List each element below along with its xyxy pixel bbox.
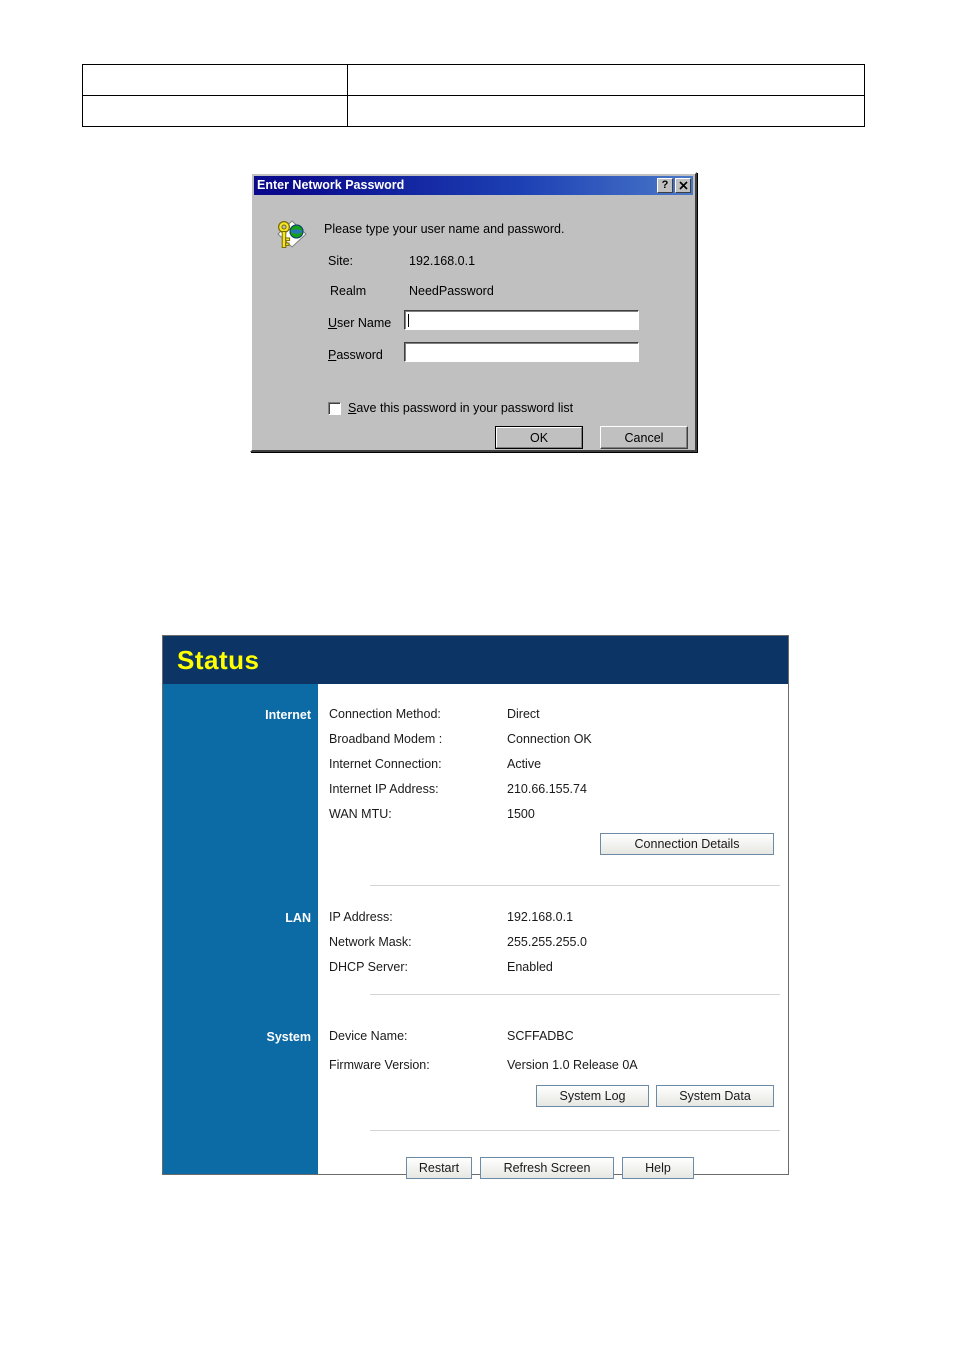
ok-button-label: OK: [496, 427, 582, 448]
realm-value: NeedPassword: [409, 284, 494, 298]
row-label: Internet Connection:: [329, 757, 442, 771]
row-label: Device Name:: [329, 1029, 408, 1043]
row-value: 255.255.255.0: [507, 935, 587, 949]
row-value: Version 1.0 Release 0A: [507, 1058, 638, 1072]
row-value: Connection OK: [507, 732, 592, 746]
row-label: Firmware Version:: [329, 1058, 430, 1072]
row-value: Enabled: [507, 960, 553, 974]
dialog-title: Enter Network Password: [257, 178, 405, 192]
section-divider: [370, 994, 780, 995]
lan-ip-address-row: IP Address: 192.168.0.1: [329, 910, 573, 924]
lan-network-mask-row: Network Mask: 255.255.255.0: [329, 935, 587, 949]
ok-button[interactable]: OK: [495, 426, 583, 449]
row-value: Active: [507, 757, 542, 771]
cancel-button[interactable]: Cancel: [600, 426, 688, 449]
document-table: [82, 64, 865, 127]
system-device-name-row: Device Name: SCFFADBC: [329, 1029, 574, 1043]
dialog-prompt: Please type your user name and password.: [324, 222, 565, 236]
table-cell: [82, 95, 348, 127]
internet-connection-method-row: Connection Method: Direct: [329, 707, 540, 721]
row-value: Direct: [507, 707, 540, 721]
row-label: WAN MTU:: [329, 807, 392, 821]
row-label: Broadband Modem :: [329, 732, 443, 746]
password-label: Password: [328, 348, 383, 362]
table-row: [82, 64, 865, 96]
close-icon[interactable]: [675, 178, 691, 193]
connection-details-button[interactable]: Connection Details: [600, 833, 774, 855]
site-value: 192.168.0.1: [409, 254, 476, 268]
status-content: Connection Method: Direct Broadband Modem…: [318, 684, 788, 1179]
table-cell: [82, 64, 348, 96]
site-label: Site:: [328, 254, 354, 268]
help-icon[interactable]: ?: [657, 178, 673, 193]
system-log-button[interactable]: System Log: [536, 1085, 649, 1107]
save-password-checkbox-row[interactable]: Save this password in your password list: [328, 401, 573, 415]
internet-ip-address-row: Internet IP Address: 210.66.155.74: [329, 782, 587, 796]
password-input[interactable]: [404, 342, 639, 362]
row-value: 210.66.155.74: [507, 782, 587, 796]
dialog-titlebar[interactable]: Enter Network Password ?: [254, 176, 693, 195]
row-label: Network Mask:: [329, 935, 412, 949]
table-row: [82, 95, 865, 127]
table-cell: [347, 95, 865, 127]
save-password-label: Save this password in your password list: [348, 401, 574, 415]
status-page-panel: Status Internet LAN System Connection Me…: [162, 635, 789, 1179]
refresh-screen-button[interactable]: Refresh Screen: [480, 1157, 614, 1179]
section-divider: [370, 885, 780, 886]
sidebar-section-internet: Internet: [265, 708, 311, 722]
realm-label: Realm: [330, 284, 367, 298]
wan-mtu-row: WAN MTU: 1500: [329, 807, 535, 821]
status-page-body: Internet LAN System Connection Method: Di…: [163, 684, 788, 1179]
row-value: 192.168.0.1: [507, 910, 574, 924]
status-sidebar: Internet LAN System: [163, 684, 318, 1174]
sidebar-section-lan: LAN: [285, 911, 311, 925]
table-cell: [347, 64, 865, 96]
row-label: Internet IP Address:: [329, 782, 439, 796]
page-title: Status: [177, 645, 260, 675]
sidebar-section-system: System: [266, 1030, 311, 1044]
row-label: Connection Method:: [329, 707, 441, 721]
row-label: IP Address:: [329, 910, 393, 924]
row-label: DHCP Server:: [329, 960, 408, 974]
enter-network-password-dialog: Enter Network Password ? Please type you…: [250, 172, 697, 452]
save-password-checkbox[interactable]: [328, 401, 341, 415]
section-divider: [370, 1130, 780, 1131]
row-value: 1500: [507, 807, 535, 821]
status-page-header: Status: [163, 636, 788, 684]
system-firmware-version-row: Firmware Version: Version 1.0 Release 0A: [329, 1058, 638, 1072]
key-globe-icon: [274, 218, 310, 252]
dialog-body: Please type your user name and password.…: [252, 195, 695, 450]
user-name-input[interactable]: [404, 310, 639, 330]
internet-broadband-modem-row: Broadband Modem : Connection OK: [329, 732, 592, 746]
system-data-button[interactable]: System Data: [656, 1085, 774, 1107]
user-name-label: User Name: [328, 316, 392, 330]
internet-connection-row: Internet Connection: Active: [329, 757, 541, 771]
row-value: SCFFADBC: [507, 1029, 574, 1043]
restart-button[interactable]: Restart: [406, 1157, 472, 1179]
help-button[interactable]: Help: [622, 1157, 694, 1179]
text-caret: [408, 313, 409, 327]
lan-dhcp-server-row: DHCP Server: Enabled: [329, 960, 553, 974]
